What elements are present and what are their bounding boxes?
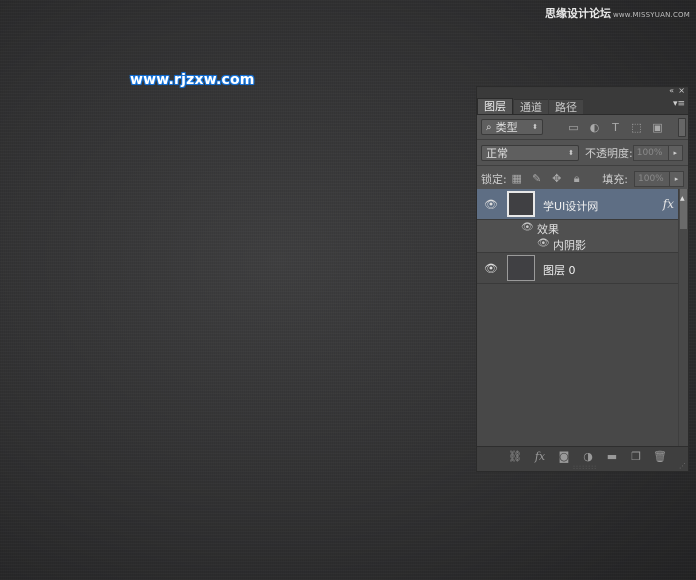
lock-all-icon[interactable]: 🔒︎ <box>567 172 587 186</box>
lock-label: 锁定: <box>481 172 507 186</box>
image-filter-icon[interactable]: ▭ <box>563 121 584 134</box>
opacity-label: 不透明度: <box>585 146 633 160</box>
filter-row: ⌕ 类型 ⬍ ▭ ◐ T ⬚ ▣ <box>477 115 688 139</box>
watermark-url: www.MISSYUAN.COM <box>612 11 690 19</box>
lock-position-icon[interactable]: ✥ <box>547 172 567 185</box>
corner-grip[interactable]: ⋰ <box>679 462 686 470</box>
chevron-up-icon[interactable]: ▲ <box>680 195 685 202</box>
chevron-updown-icon: ⬍ <box>532 123 538 131</box>
visibility-eye-icon[interactable]: 👁︎ <box>537 238 550 249</box>
layer-thumbnail[interactable] <box>507 255 535 281</box>
effects-label: 效果 <box>537 223 559 236</box>
shape-filter-icon[interactable]: ⬚ <box>626 121 647 134</box>
effect-inner-shadow: 内阴影 <box>553 239 586 252</box>
filter-toggle[interactable] <box>678 118 686 137</box>
tab-channels[interactable]: 通道 <box>514 99 548 114</box>
panel-menu-icon[interactable]: ▾≡ <box>673 99 685 109</box>
visibility-eye-icon[interactable]: 👁︎ <box>521 222 534 233</box>
lock-row: 锁定: ▦ ✎ ✥ 🔒︎ 填充: 100% ▸ <box>477 166 688 191</box>
adjustment-icon[interactable]: ◑ <box>580 450 596 463</box>
blend-mode-select[interactable]: 正常 ⬍ <box>481 144 579 161</box>
tab-paths[interactable]: 路径 <box>549 99 583 114</box>
blend-mode-value: 正常 <box>486 146 508 160</box>
link-icon[interactable]: ⛓ <box>507 450 523 463</box>
lock-image-pixels-icon[interactable]: ✎ <box>527 172 547 185</box>
layers-list: 👁︎ 学UI设计网 fx ▴ 👁︎ 效果 👁︎ 内阴影 👁︎ 图层 0 ▲ <box>477 189 688 447</box>
layer-thumbnail[interactable] <box>507 191 535 217</box>
fill-input[interactable]: 100% <box>634 170 670 187</box>
close-icon[interactable]: × <box>678 86 685 96</box>
blend-row: 正常 ⬍ 不透明度: 100% ▸ <box>477 140 688 165</box>
filter-kind-label: 类型 <box>495 121 518 134</box>
fill-label: 填充: <box>602 172 628 186</box>
chevron-updown-icon: ⬍ <box>568 148 574 157</box>
layer-name[interactable]: 图层 0 <box>543 262 576 278</box>
panel-footer: ⛓ fx ◙ ◑ ▬ ❐ 🗑︎ :::::::: ⋰ <box>477 446 688 471</box>
visibility-eye-icon[interactable]: 👁︎ <box>484 198 498 211</box>
type-filter-icon[interactable]: T <box>605 121 626 134</box>
resize-grip[interactable]: :::::::: <box>573 464 597 471</box>
watermark: 思缘设计论坛 www.MISSYUAN.COM <box>545 5 690 21</box>
mask-icon[interactable]: ◙ <box>556 450 572 463</box>
layer-row[interactable]: 👁︎ 学UI设计网 fx ▴ <box>477 189 688 220</box>
fill-dropdown-button[interactable]: ▸ <box>670 170 684 187</box>
tab-layers[interactable]: 图层 <box>477 98 513 114</box>
scrollbar[interactable]: ▲ <box>678 189 688 447</box>
fx-icon[interactable]: fx <box>663 197 674 211</box>
group-folder-icon[interactable]: ▬ <box>604 450 620 463</box>
smart-object-filter-icon[interactable]: ▣ <box>647 121 668 134</box>
new-layer-icon[interactable]: ❐ <box>628 450 644 463</box>
panel-tabs: 图层 通道 路径 ▾≡ <box>477 97 688 115</box>
search-icon: ⌕ <box>486 121 492 133</box>
layers-panel: « × 图层 通道 路径 ▾≡ ⌕ 类型 ⬍ ▭ ◐ T ⬚ ▣ 正常 ⬍ 不透… <box>476 86 689 472</box>
site-logo: www.rjzxw.com <box>130 72 255 88</box>
opacity-dropdown-button[interactable]: ▸ <box>668 144 683 161</box>
filter-icons: ▭ ◐ T ⬚ ▣ <box>563 121 668 134</box>
visibility-eye-icon[interactable]: 👁︎ <box>484 262 498 275</box>
filter-kind-select[interactable]: ⌕ 类型 ⬍ <box>481 119 543 135</box>
fx-icon[interactable]: fx <box>532 450 548 463</box>
adjustment-filter-icon[interactable]: ◐ <box>584 121 605 134</box>
watermark-text: 思缘设计论坛 <box>544 7 611 20</box>
panel-titlebar: « × <box>477 86 688 97</box>
trash-icon[interactable]: 🗑︎ <box>652 450 668 463</box>
opacity-input[interactable]: 100% <box>632 144 669 161</box>
layer-row[interactable]: 👁︎ 图层 0 <box>477 253 688 284</box>
layer-name[interactable]: 学UI设计网 <box>543 198 598 214</box>
collapse-icon[interactable]: « <box>669 86 674 96</box>
effect-item-row[interactable]: 👁︎ 内阴影 <box>477 236 688 253</box>
effects-row[interactable]: 👁︎ 效果 <box>477 220 688 236</box>
lock-transparent-pixels-icon[interactable]: ▦ <box>507 172 527 185</box>
